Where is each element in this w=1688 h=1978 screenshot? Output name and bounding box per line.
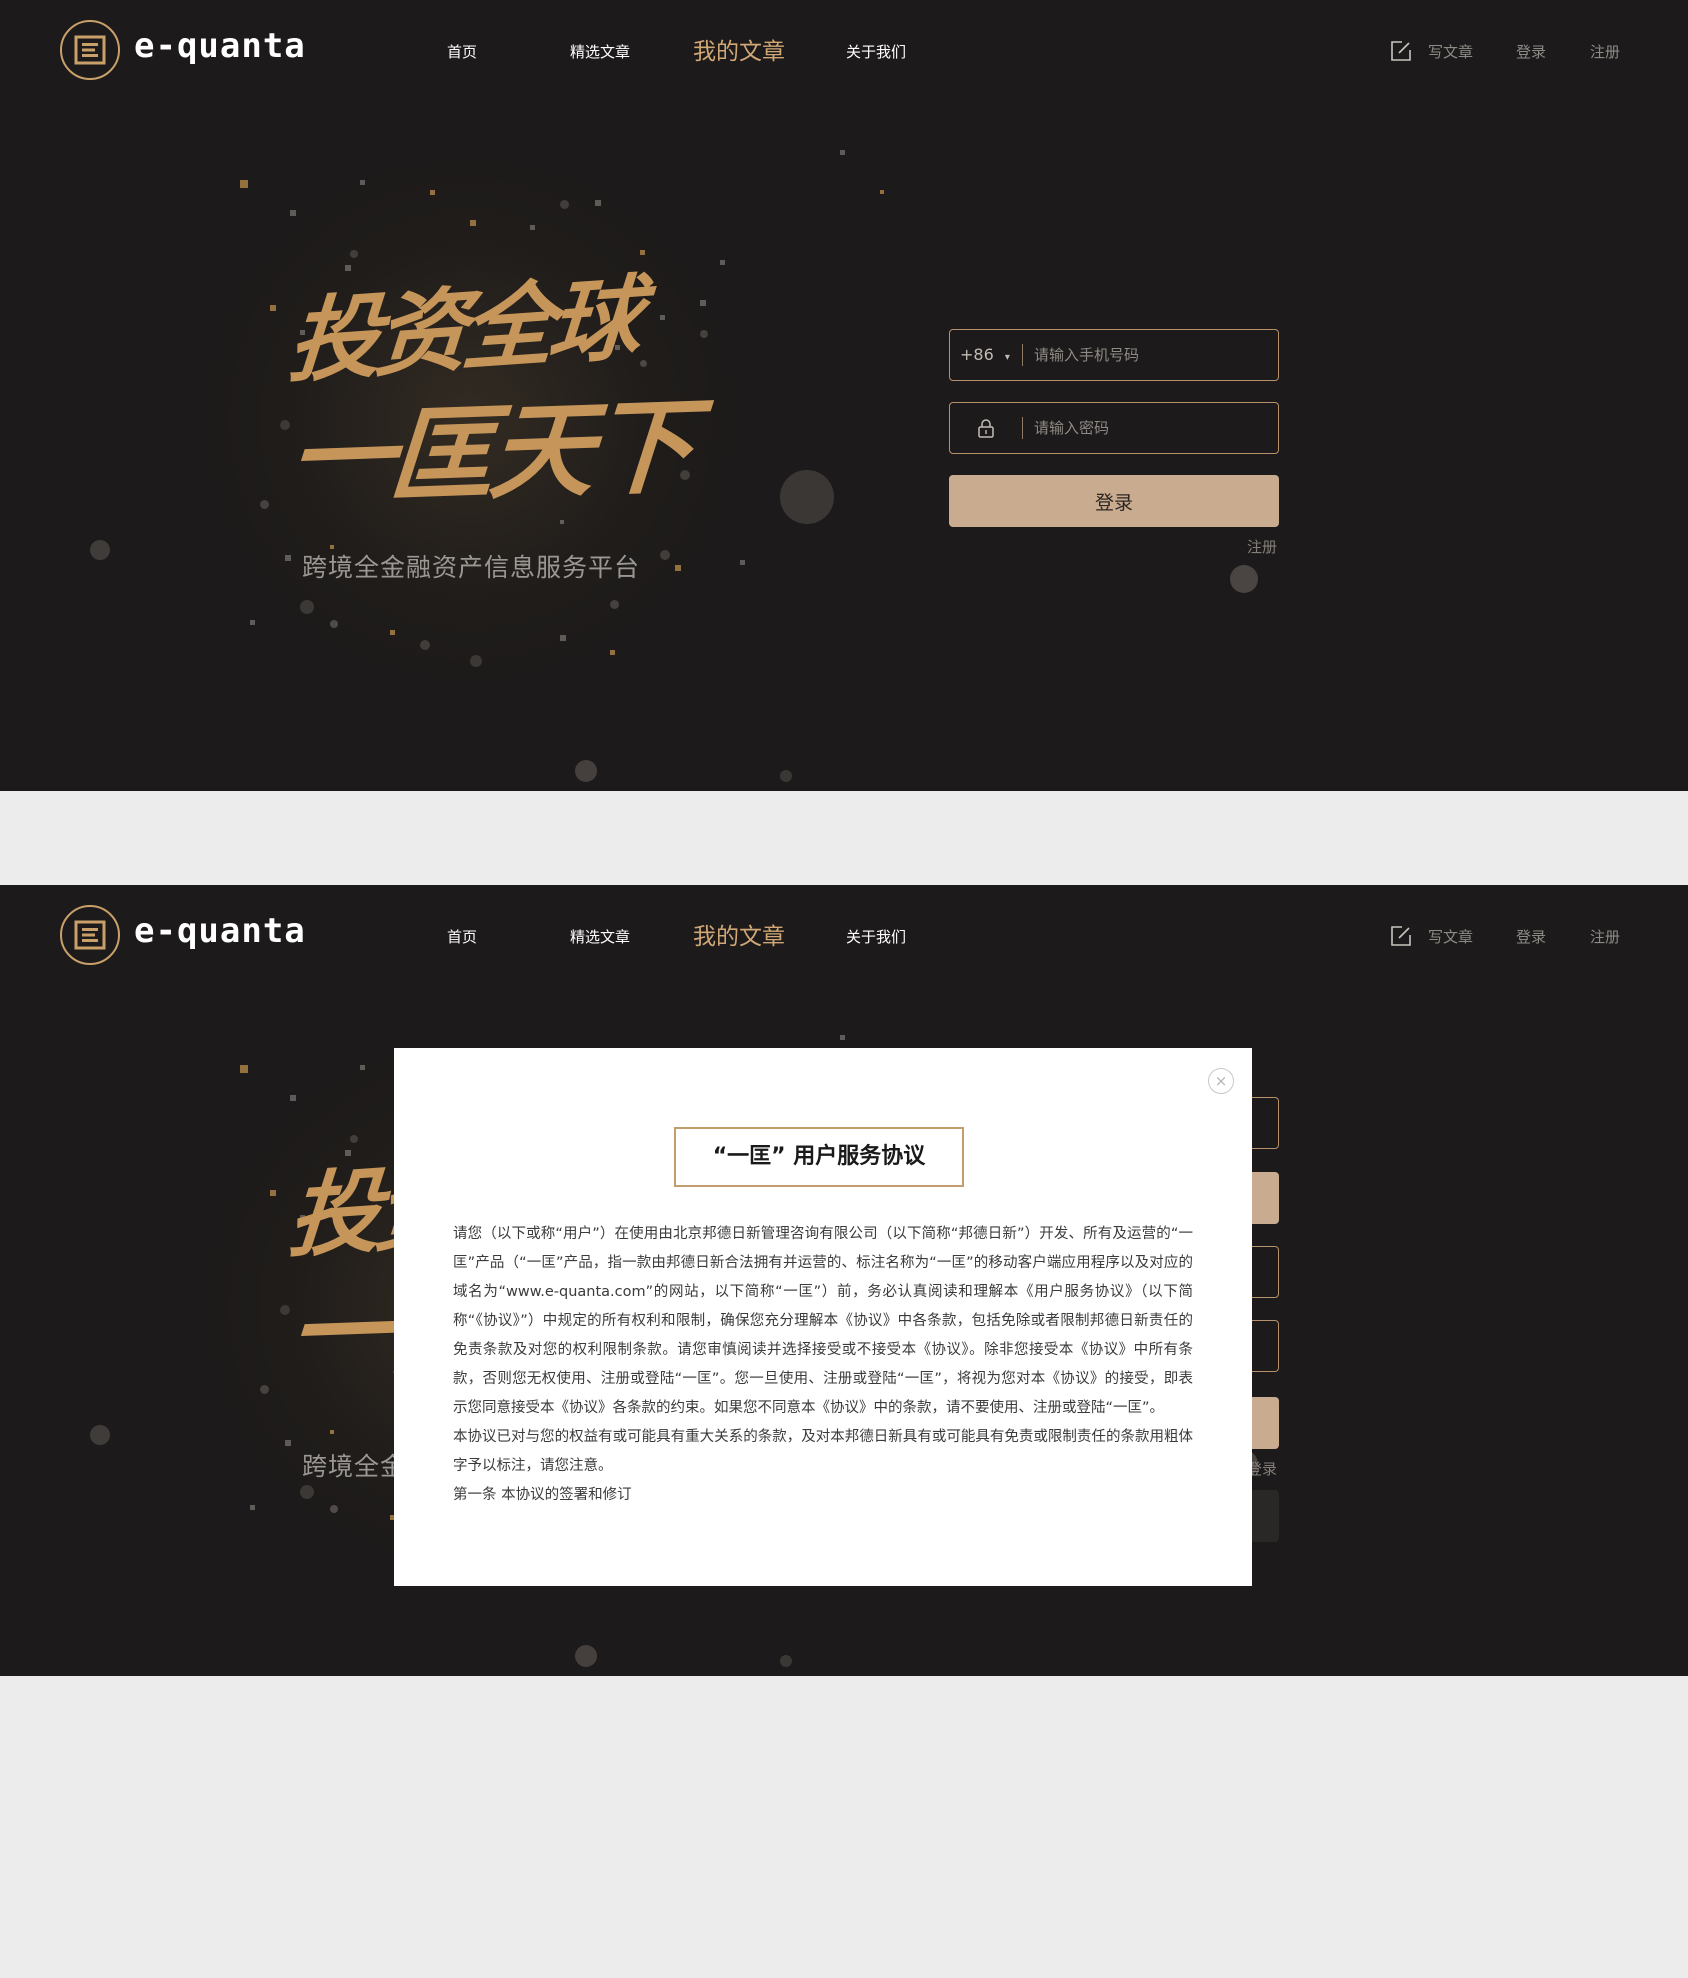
- agreement-screen: e-quanta 首页 精选文章 我的文章 关于我们 写文章 登录 注册 投资全…: [0, 885, 1688, 1676]
- bokeh-particle: [420, 640, 430, 650]
- bokeh-particle: [780, 1655, 792, 1667]
- phone-field: +86 ▾: [949, 329, 1279, 381]
- sparkle-particle: [285, 1440, 291, 1446]
- bokeh-particle: [780, 770, 792, 782]
- bokeh-particle: [330, 1505, 338, 1513]
- bokeh-particle: [350, 250, 358, 258]
- bokeh-particle: [575, 1645, 597, 1667]
- agreement-modal: × “一匡” 用户服务协议 请您（以下或称“用户”）在使用由北京邦德日新管理咨询…: [394, 1048, 1252, 1586]
- sparkle-particle: [560, 635, 566, 641]
- agreement-paragraph: 请您（以下或称“用户”）在使用由北京邦德日新管理咨询有限公司（以下简称“邦德日新…: [453, 1226, 1193, 1416]
- sparkle-particle: [640, 250, 645, 255]
- sparkle-particle: [610, 650, 615, 655]
- field-divider: [1022, 344, 1023, 366]
- nav-item-home[interactable]: 首页: [447, 885, 477, 989]
- bokeh-particle: [260, 1385, 269, 1394]
- field-divider: [1022, 417, 1023, 439]
- agreement-text: 请您（以下或称“用户”）在使用由北京邦德日新管理咨询有限公司（以下简称“邦德日新…: [453, 1220, 1193, 1510]
- bokeh-particle: [300, 600, 314, 614]
- header-register-link[interactable]: 注册: [1590, 0, 1620, 104]
- write-article-link[interactable]: 写文章: [1428, 0, 1473, 104]
- phone-input[interactable]: [1034, 331, 1264, 379]
- bokeh-particle: [560, 200, 569, 209]
- bokeh-particle: [610, 600, 619, 609]
- country-code: +86: [960, 345, 994, 364]
- sparkle-particle: [250, 620, 255, 625]
- bokeh-particle: [280, 1305, 290, 1315]
- bokeh-particle: [330, 620, 338, 628]
- password-input[interactable]: [1034, 404, 1264, 452]
- nav-item-my-articles[interactable]: 我的文章: [693, 885, 785, 989]
- modal-title: “一匡” 用户服务协议: [674, 1127, 964, 1187]
- nav-item-featured[interactable]: 精选文章: [570, 0, 630, 104]
- hero-calligraphy: 投资全球 一匡天下: [285, 264, 710, 535]
- bokeh-particle: [90, 1425, 110, 1445]
- header-login-link[interactable]: 登录: [1516, 885, 1546, 989]
- agreement-paragraph: 第一条 本协议的签署和修订: [453, 1487, 632, 1503]
- sparkle-particle: [240, 1065, 248, 1073]
- bokeh-particle: [780, 470, 834, 524]
- calligraphy-line-1: 投资全球: [284, 264, 640, 396]
- register-link[interactable]: 注册: [1247, 536, 1277, 557]
- password-field: [949, 402, 1279, 454]
- nav-item-featured[interactable]: 精选文章: [570, 885, 630, 989]
- edit-icon[interactable]: [1390, 40, 1412, 62]
- bokeh-particle: [350, 1135, 358, 1143]
- sparkle-particle: [740, 560, 745, 565]
- nav-item-about[interactable]: 关于我们: [846, 885, 906, 989]
- header-login-link[interactable]: 登录: [1516, 0, 1546, 104]
- brand-name[interactable]: e-quanta: [134, 26, 306, 66]
- sparkle-particle: [840, 1035, 845, 1040]
- login-button[interactable]: 登录: [949, 475, 1279, 527]
- sparkle-particle: [270, 305, 276, 311]
- sparkle-particle: [270, 1190, 276, 1196]
- header-register-link[interactable]: 注册: [1590, 885, 1620, 989]
- bokeh-particle: [90, 540, 110, 560]
- bokeh-particle: [575, 760, 597, 782]
- sparkle-particle: [840, 150, 845, 155]
- brand-logo-icon[interactable]: [60, 20, 120, 80]
- brand-name[interactable]: e-quanta: [134, 911, 306, 951]
- logo-mark-icon: [74, 920, 106, 950]
- bokeh-particle: [260, 500, 269, 509]
- nav-item-about[interactable]: 关于我们: [846, 0, 906, 104]
- sparkle-particle: [345, 265, 351, 271]
- agreement-paragraph: 本协议已对与您的权益有或可能具有重大关系的条款，及对本邦德日新具有或可能具有免责…: [453, 1429, 1193, 1474]
- sparkle-particle: [530, 225, 535, 230]
- nav-item-home[interactable]: 首页: [447, 0, 477, 104]
- sparkle-particle: [360, 180, 365, 185]
- brand-logo-icon[interactable]: [60, 905, 120, 965]
- nav-item-my-articles[interactable]: 我的文章: [693, 0, 785, 104]
- bokeh-particle: [660, 550, 670, 560]
- sparkle-particle: [330, 1430, 334, 1434]
- edit-icon[interactable]: [1390, 925, 1412, 947]
- bokeh-particle: [1230, 565, 1258, 593]
- bokeh-particle: [470, 655, 482, 667]
- chevron-down-icon: ▾: [1004, 352, 1010, 363]
- bokeh-particle: [280, 420, 290, 430]
- sparkle-particle: [285, 555, 291, 561]
- sparkle-particle: [290, 210, 296, 216]
- sparkle-particle: [390, 630, 395, 635]
- country-code-select[interactable]: +86 ▾: [960, 330, 1010, 383]
- login-screen: e-quanta 首页 精选文章 我的文章 关于我们 写文章 登录 注册 投资全…: [0, 0, 1688, 791]
- sparkle-particle: [360, 1065, 365, 1070]
- close-icon[interactable]: ×: [1208, 1068, 1234, 1094]
- sparkle-particle: [290, 1095, 296, 1101]
- write-article-link[interactable]: 写文章: [1428, 885, 1473, 989]
- sparkle-particle: [675, 565, 681, 571]
- sparkle-particle: [240, 180, 248, 188]
- lock-icon: [978, 419, 994, 438]
- hero-subtitle: 跨境全金融资产信息服务平台: [302, 553, 641, 582]
- sparkle-particle: [720, 260, 725, 265]
- sparkle-particle: [430, 190, 435, 195]
- calligraphy-line-2: 一匡天下: [285, 384, 695, 521]
- sparkle-particle: [595, 200, 601, 206]
- sparkle-particle: [250, 1505, 255, 1510]
- sparkle-particle: [470, 220, 476, 226]
- sparkle-particle: [880, 190, 884, 194]
- logo-mark-icon: [74, 35, 106, 65]
- bokeh-particle: [300, 1485, 314, 1499]
